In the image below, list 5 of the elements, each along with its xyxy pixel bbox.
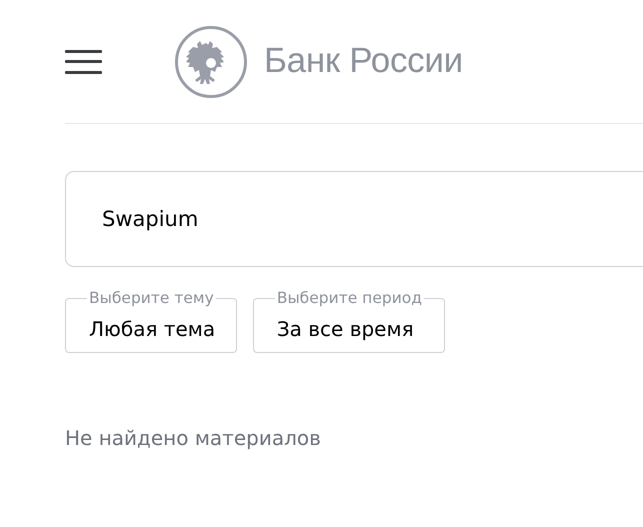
search-field[interactable]: Swapium	[65, 171, 643, 267]
menu-button[interactable]	[65, 50, 102, 74]
period-select[interactable]: Выберите период За все время	[252, 291, 445, 353]
topic-select[interactable]: Выберите тему Любая тема	[65, 291, 237, 353]
empty-message: Не найдено материалов	[65, 425, 322, 452]
